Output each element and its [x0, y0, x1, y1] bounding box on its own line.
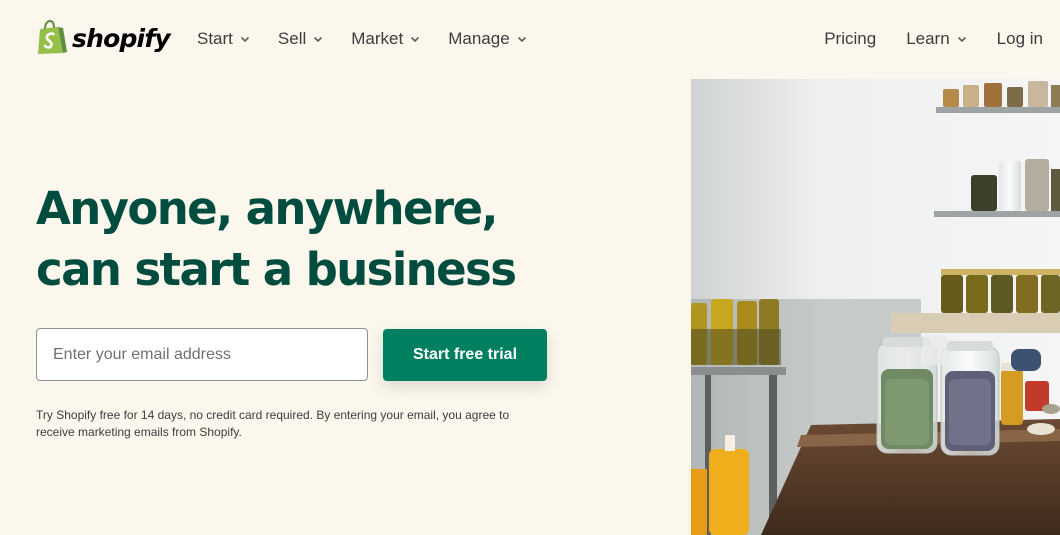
- nav-learn[interactable]: Learn: [906, 28, 966, 50]
- chevron-down-icon: [957, 36, 966, 43]
- nav-login-label: Log in: [996, 29, 1043, 48]
- nav-sell-label: Sell: [277, 29, 307, 48]
- herb-jars-photo: [691, 79, 1060, 535]
- nav-learn-label: Learn: [906, 29, 950, 48]
- chevron-down-icon: [411, 36, 420, 43]
- chevron-down-icon: [240, 36, 249, 43]
- logo-wordmark: shopify: [72, 23, 171, 53]
- trial-disclaimer: Try Shopify free for 14 days, no credit …: [36, 408, 510, 439]
- chevron-down-icon: [314, 36, 323, 43]
- hero-image: [691, 79, 1060, 535]
- nav-manage[interactable]: Manage: [448, 28, 526, 50]
- hero-heading: Anyone, anywhere, can start a business: [36, 178, 596, 300]
- hero-heading-line1: Anyone, anywhere,: [36, 182, 499, 235]
- nav-pricing[interactable]: Pricing: [824, 28, 876, 50]
- hero-heading-line2: can start a business: [36, 243, 517, 296]
- email-input[interactable]: [36, 328, 368, 381]
- nav-login[interactable]: Log in: [997, 28, 1043, 50]
- shopify-logo[interactable]: shopify: [36, 20, 171, 56]
- chevron-down-icon: [517, 36, 526, 43]
- nav-sell[interactable]: Sell: [278, 28, 323, 50]
- nav-pricing-label: Pricing: [824, 29, 877, 48]
- primary-nav: Start Sell Market Manage: [197, 28, 555, 50]
- nav-market-label: Market: [351, 29, 404, 48]
- secondary-nav: Pricing Learn Log in: [794, 28, 1043, 50]
- shopping-bag-icon: [38, 20, 67, 54]
- start-free-trial-button[interactable]: Start free trial: [383, 329, 547, 381]
- nav-market[interactable]: Market: [351, 28, 420, 50]
- nav-start[interactable]: Start: [197, 28, 250, 50]
- top-navigation: shopify Start Sell Market Manage Pricing…: [0, 0, 1060, 79]
- nav-manage-label: Manage: [448, 29, 510, 48]
- nav-start-label: Start: [197, 29, 233, 48]
